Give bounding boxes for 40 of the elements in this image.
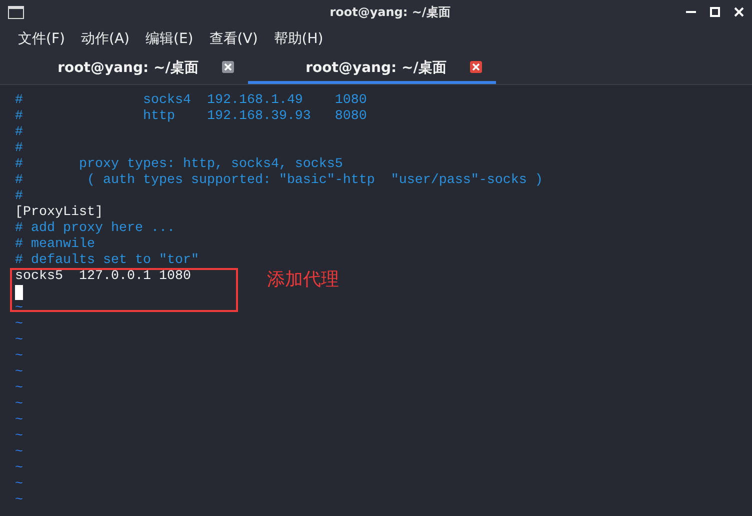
empty-line-marker: ~ <box>15 381 23 396</box>
terminal-line: socks5 127.0.0.1 1080 <box>15 269 191 284</box>
annotation-label: 添加代理 <box>267 272 339 288</box>
terminal-line: [ProxyList] <box>15 205 103 220</box>
terminal-line: # proxy types: http, socks4, socks5 <box>15 157 343 172</box>
empty-line-marker: ~ <box>15 333 23 348</box>
empty-line-marker: ~ <box>15 445 23 460</box>
menu-item[interactable]: 文件(F) <box>18 30 65 48</box>
terminal-line: # <box>15 141 23 156</box>
maximize-icon[interactable] <box>710 7 720 17</box>
terminal-tab[interactable]: root@yang: ~/桌面 <box>0 54 248 84</box>
menu-item[interactable]: 查看(V) <box>209 30 258 48</box>
empty-line-marker: ~ <box>15 413 23 428</box>
terminal-line: # <box>15 125 23 140</box>
empty-line-marker: ~ <box>15 317 23 332</box>
empty-line-marker: ~ <box>15 477 23 492</box>
terminal-line: # ( auth types supported: "basic"-http "user/pass"-socks ) <box>15 173 543 188</box>
tab-close-button[interactable] <box>222 61 234 73</box>
empty-line-marker: ~ <box>15 461 23 476</box>
terminal-line: # socks4 192.168.1.49 1080 <box>15 93 367 108</box>
terminal-line: # meanwile <box>15 237 95 252</box>
empty-line-marker: ~ <box>15 397 23 412</box>
close-icon[interactable] <box>734 7 744 17</box>
terminal-icon <box>8 6 24 18</box>
terminal-line: # http 192.168.39.93 8080 <box>15 109 367 124</box>
empty-line-marker: ~ <box>15 493 23 508</box>
terminal-line: # defaults set to "tor" <box>15 253 199 268</box>
empty-line-marker: ~ <box>15 429 23 444</box>
menu-item[interactable]: 编辑(E) <box>146 30 194 48</box>
empty-line-marker: ~ <box>15 365 23 380</box>
menu-item[interactable]: 帮助(H) <box>274 30 324 48</box>
tab-close-button[interactable] <box>470 61 482 73</box>
menu-item[interactable]: 动作(A) <box>80 30 130 48</box>
empty-line-marker: ~ <box>15 349 23 364</box>
terminal-line: # add proxy here ... <box>15 221 175 236</box>
terminal-line: # <box>15 189 23 204</box>
window-title: root@yang: ~/桌面 <box>330 4 450 20</box>
terminal-tab[interactable]: root@yang: ~/桌面 <box>248 54 496 84</box>
text-cursor <box>15 285 23 300</box>
empty-line-marker: ~ <box>15 301 23 316</box>
